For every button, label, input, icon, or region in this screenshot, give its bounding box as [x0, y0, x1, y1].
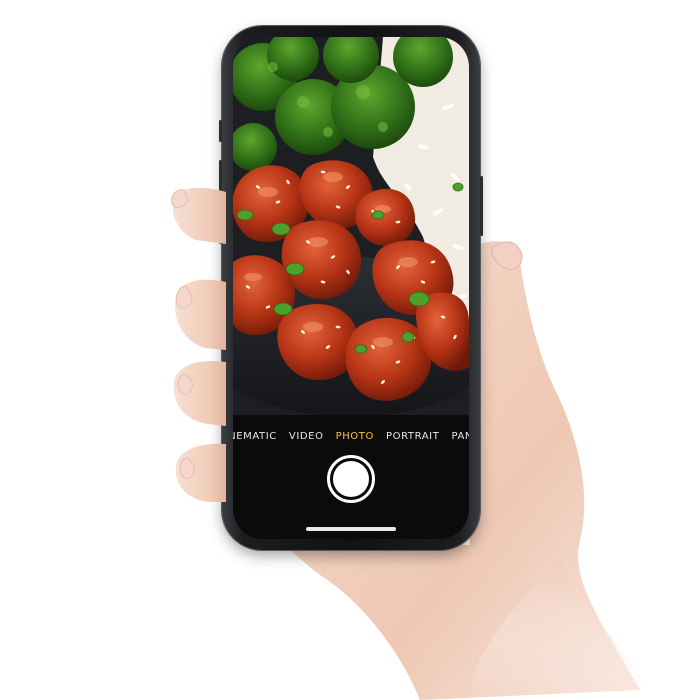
power-button	[480, 176, 483, 236]
shutter-button-icon	[333, 461, 369, 497]
camera-controls: CINEMATIC VIDEO PHOTO PORTRAIT PANO	[233, 415, 469, 539]
volume-up-button	[219, 160, 222, 198]
silent-switch	[219, 120, 222, 142]
product-mockup: CINEMATIC VIDEO PHOTO PORTRAIT PANO	[0, 0, 700, 700]
mode-portrait[interactable]: PORTRAIT	[386, 429, 439, 445]
mode-cinematic[interactable]: CINEMATIC	[233, 429, 277, 445]
phone-screen: CINEMATIC VIDEO PHOTO PORTRAIT PANO	[233, 37, 469, 539]
mode-pano[interactable]: PANO	[451, 429, 469, 445]
camera-mode-selector[interactable]: CINEMATIC VIDEO PHOTO PORTRAIT PANO	[233, 429, 469, 445]
camera-viewfinder	[233, 37, 469, 415]
smartphone: CINEMATIC VIDEO PHOTO PORTRAIT PANO	[219, 26, 483, 550]
mode-video[interactable]: VIDEO	[289, 429, 324, 445]
home-indicator[interactable]	[306, 527, 396, 531]
volume-down-button	[219, 206, 222, 244]
mode-photo[interactable]: PHOTO	[336, 429, 374, 445]
shutter-button[interactable]	[327, 455, 375, 503]
